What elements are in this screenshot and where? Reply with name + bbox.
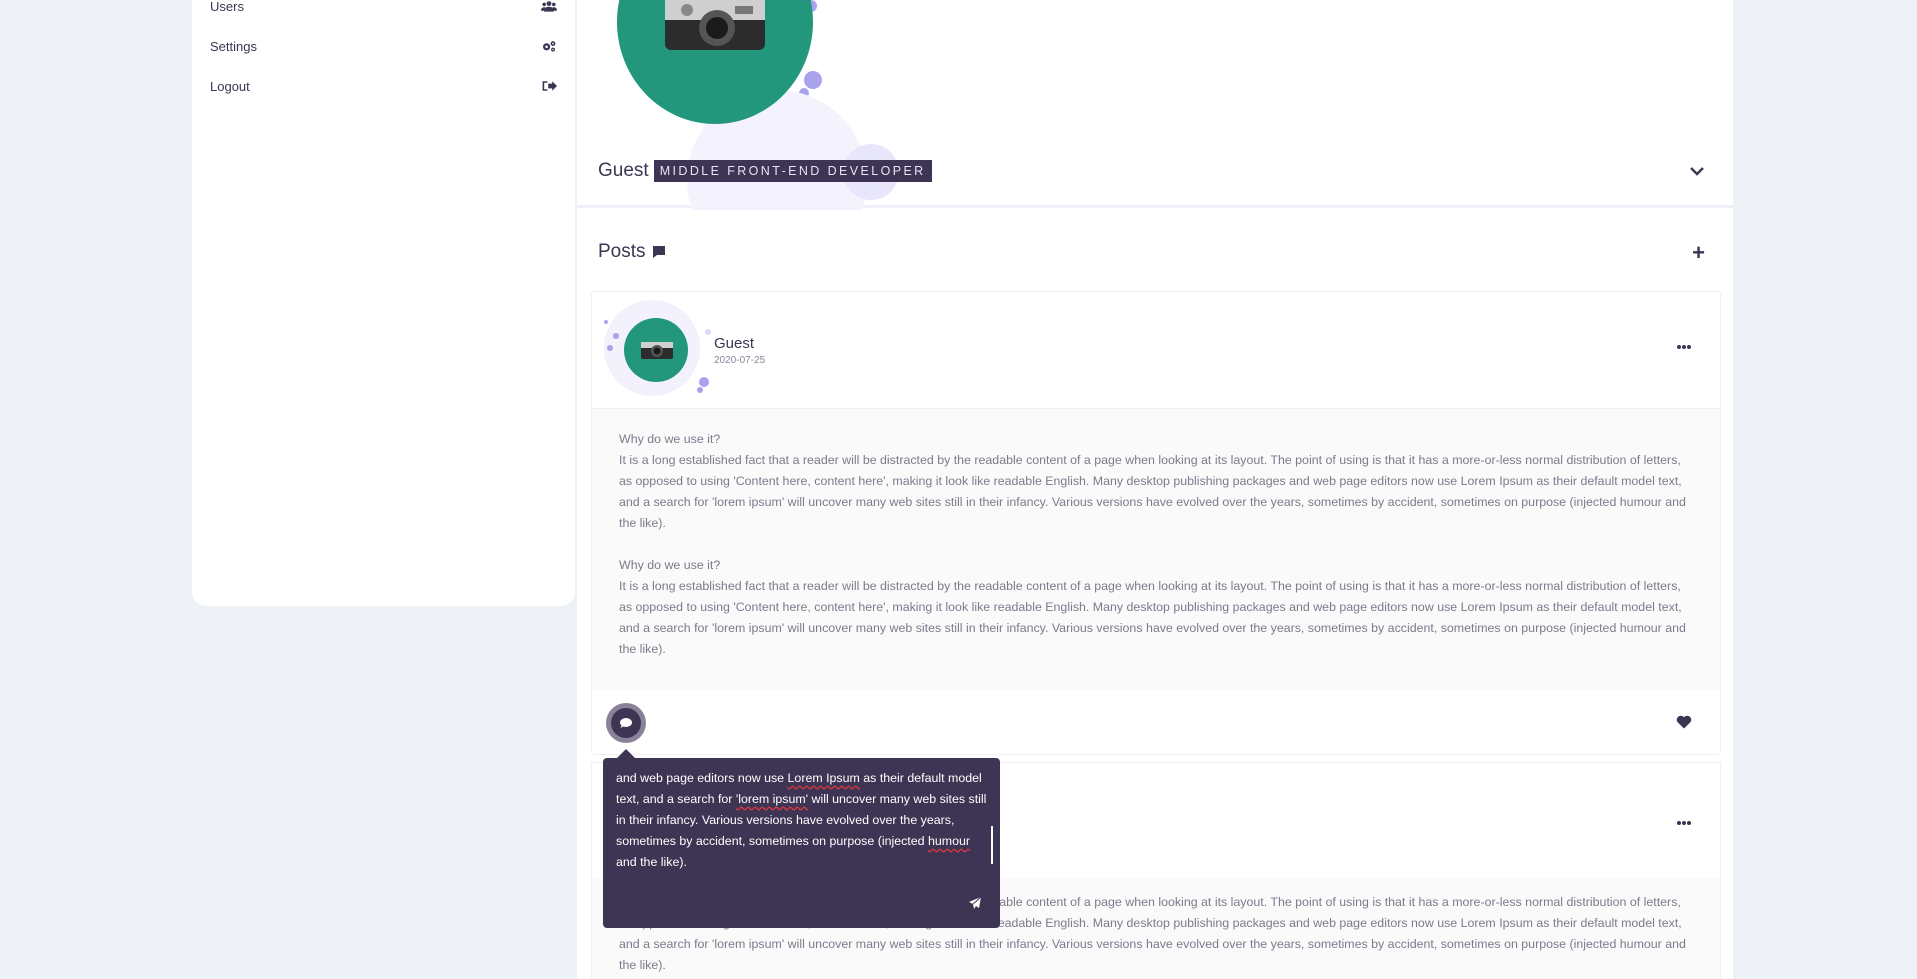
post-header: Guest 2020-07-25 xyxy=(592,292,1720,409)
add-post-button[interactable]: + xyxy=(1692,240,1705,266)
camera-icon xyxy=(641,342,673,359)
profile-name-row: Guest MIDDLE FRONT-END DEVELOPER xyxy=(598,160,932,182)
posts-header: Posts xyxy=(598,241,666,263)
sidebar-item-label: Settings xyxy=(210,38,257,54)
comment-input[interactable]: and web page editors now use Lorem Ipsum… xyxy=(616,768,988,873)
users-icon xyxy=(541,1,557,12)
sidebar: Users Settings Logout xyxy=(192,0,575,606)
comment-icon xyxy=(652,246,665,258)
text-cursor xyxy=(991,826,993,864)
sidebar-item-users[interactable]: Users xyxy=(210,0,557,18)
paragraph-heading: Why do we use it? xyxy=(619,558,721,572)
post-author[interactable]: Guest xyxy=(714,335,754,352)
more-options-icon[interactable] xyxy=(1676,342,1692,352)
paragraph-text: It is a long established fact that a rea… xyxy=(619,453,1686,530)
send-icon[interactable] xyxy=(968,896,982,910)
post-date: 2020-07-25 xyxy=(714,355,766,366)
more-options-icon[interactable] xyxy=(1676,818,1692,828)
post-author-avatar xyxy=(624,318,688,382)
gears-icon xyxy=(543,41,556,52)
sidebar-item-label: Logout xyxy=(210,78,250,94)
chat-bubble-icon xyxy=(620,718,632,728)
chevron-down-icon[interactable] xyxy=(1689,163,1705,179)
section-title: Posts xyxy=(598,241,646,262)
profile-name: Guest xyxy=(598,160,649,181)
profile-card: Guest MIDDLE FRONT-END DEVELOPER xyxy=(577,0,1733,210)
sidebar-item-settings[interactable]: Settings xyxy=(210,34,557,58)
sidebar-item-label: Users xyxy=(210,0,244,14)
comment-button[interactable] xyxy=(606,703,646,743)
paragraph-text: It is a long established fact that a rea… xyxy=(619,579,1686,656)
post-body: Why do we use it? It is a long establish… xyxy=(592,409,1720,689)
post-paragraph: Why do we use it? It is a long establish… xyxy=(619,429,1689,534)
sidebar-item-logout[interactable]: Logout xyxy=(210,74,557,98)
post-paragraph: Why do we use it? It is a long establish… xyxy=(619,555,1689,660)
logout-icon xyxy=(542,81,557,91)
heart-icon[interactable] xyxy=(1676,715,1692,729)
role-badge: MIDDLE FRONT-END DEVELOPER xyxy=(653,160,932,182)
paragraph-heading: Why do we use it? xyxy=(619,432,721,446)
post-card: Guest 2020-07-25 Why do we use it? It is… xyxy=(591,291,1721,755)
comment-popup: and web page editors now use Lorem Ipsum… xyxy=(603,749,1000,928)
post-footer xyxy=(592,689,1720,754)
